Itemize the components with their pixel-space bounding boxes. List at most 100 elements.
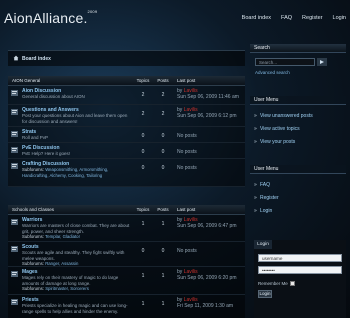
topic-count: 0 xyxy=(141,248,145,254)
col-last-post: Last post xyxy=(177,78,196,83)
user-menu: User Menu View unanswered posts View act… xyxy=(250,96,346,149)
last-post: No posts xyxy=(177,165,197,171)
col-topics: Topics xyxy=(136,78,150,83)
login-link[interactable]: Login xyxy=(254,205,346,218)
forum-read-icon xyxy=(11,109,18,115)
view-active-topics-link[interactable]: View active topics xyxy=(254,123,346,136)
subforum-link[interactable]: Weaponsmithing, xyxy=(45,167,78,172)
username-field[interactable]: username xyxy=(258,254,342,262)
nav-register[interactable]: Register xyxy=(302,15,322,21)
col-posts: Posts xyxy=(157,78,169,83)
last-post: by Lavilis Sun Sep 06, 2009 6:47 pm xyxy=(173,215,245,241)
subforum-link[interactable]: Ranger, xyxy=(45,261,60,266)
nav-board-index[interactable]: Board index xyxy=(242,15,271,21)
breadcrumb-board-index[interactable]: Board index xyxy=(22,56,51,62)
last-post: by Lavilis Sun Sep 06, 2009 6:12 pm xyxy=(173,105,245,126)
breadcrumb: Board index xyxy=(8,50,245,66)
subforum-link[interactable]: Handicrafting, xyxy=(22,173,49,178)
subforum-link[interactable]: Tailoring xyxy=(86,173,102,178)
section-title: Schools and Classes xyxy=(12,207,55,212)
subforums-label: Subforums: xyxy=(22,234,44,239)
login-button[interactable]: Login xyxy=(258,290,272,298)
nav-login[interactable]: Login xyxy=(333,15,346,21)
last-post: by Lavilis Fri Sep 11, 2009 1:30 am xyxy=(173,295,245,318)
forum-section-general: AION General Topics Posts Last post Aion… xyxy=(8,76,245,187)
header: AionAlliance.2009 Board index FAQ Regist… xyxy=(0,0,350,42)
post-count: 0 xyxy=(161,248,165,254)
subforum-link[interactable]: Spiritmaster, xyxy=(45,286,69,291)
logo-year: 2009 xyxy=(87,9,98,14)
topic-count: 2 xyxy=(141,92,145,98)
subforum-link[interactable]: Gladiator xyxy=(63,234,80,239)
last-post-date: Sun Sep 06, 2009 6:12 pm xyxy=(177,113,237,119)
remember-me-label: Remember Me xyxy=(258,281,288,286)
last-post: No posts xyxy=(177,149,197,155)
login-tab[interactable]: Login xyxy=(254,240,272,249)
subforum-link[interactable]: Templar, xyxy=(45,234,61,239)
forum-row: PvE Discussion PvE Help? Here it goes! 0… xyxy=(8,143,245,159)
last-post-date: Sun Sep 06, 2009 11:46 am xyxy=(177,94,239,100)
login-box: Login username •••••••• Remember Me Logi… xyxy=(254,240,346,318)
forum-read-icon xyxy=(11,299,18,305)
password-field[interactable]: •••••••• xyxy=(258,266,342,274)
search-go-icon[interactable] xyxy=(317,58,327,66)
forum-read-icon xyxy=(11,131,18,137)
forum-read-icon xyxy=(11,246,18,252)
site-logo[interactable]: AionAlliance.2009 xyxy=(4,9,98,26)
subforum-link[interactable]: Alchemy, xyxy=(49,173,66,178)
last-post: by Lavilis Sun Sep 06, 2009 11:46 am xyxy=(173,86,245,104)
subforum-link[interactable]: Assassin xyxy=(61,261,78,266)
forum-description: General discussion about AION xyxy=(22,94,85,99)
remember-me-checkbox[interactable] xyxy=(290,281,295,286)
register-link[interactable]: Register xyxy=(254,192,346,205)
post-count: 0 xyxy=(161,133,165,139)
advanced-search-link[interactable]: Advanced search xyxy=(255,70,290,75)
subforum-list: Subforums: Ranger, Assassin xyxy=(22,261,133,267)
forum-read-icon xyxy=(11,163,18,169)
last-post-date: Sun Sep 06, 2009 6:20 pm xyxy=(177,275,237,281)
search-input[interactable]: Search... xyxy=(255,58,315,66)
subforum-list: Subforums: Spiritmaster, Sorcerers xyxy=(22,286,133,292)
last-post-date: Sun Sep 06, 2009 6:47 pm xyxy=(177,223,237,229)
post-count: 0 xyxy=(161,165,165,171)
post-count: 1 xyxy=(161,221,165,227)
forum-row: Mages Mages rely on their mastery of mag… xyxy=(8,267,245,295)
topic-count: 1 xyxy=(141,301,145,307)
forum-row: Warriors Warriors are masters of close c… xyxy=(8,215,245,242)
col-last-post: Last post xyxy=(177,207,196,212)
topic-count: 1 xyxy=(141,273,145,279)
forum-row: Strats Roll and PvP 0 0 No posts xyxy=(8,127,245,143)
user-menu-title: User Menu xyxy=(250,96,346,105)
user-menu-list: View unanswered posts View active topics… xyxy=(250,110,346,149)
section-header: AION General Topics Posts Last post xyxy=(8,76,245,86)
subforum-list: Subforums: Weaponsmithing, Armorsmithing… xyxy=(22,167,133,178)
user-menu-secondary: User Menu FAQ Register Login xyxy=(250,165,346,218)
logo-text: AionAlliance. xyxy=(4,10,88,26)
view-your-posts-link[interactable]: View your posts xyxy=(254,136,346,149)
forum-row: Priests Priests specialize in healing ma… xyxy=(8,295,245,318)
forum-row: Scouts Scouts are agile and stealthy. Th… xyxy=(8,242,245,267)
home-icon xyxy=(13,55,19,61)
subforum-link[interactable]: Armorsmithing, xyxy=(79,167,108,172)
forum-row: Crafting Discussion Subforums: Weaponsmi… xyxy=(8,159,245,187)
top-nav: Board index FAQ Register Login xyxy=(242,15,346,21)
post-count: 1 xyxy=(161,301,165,307)
faq-link[interactable]: FAQ xyxy=(254,179,346,192)
nav-faq[interactable]: FAQ xyxy=(281,15,292,21)
search-box: Search Search... Advanced search xyxy=(250,44,346,84)
subforums-label: Subforums: xyxy=(22,261,44,266)
last-post: No posts xyxy=(177,248,197,254)
subforum-list: Subforums: Templar, Gladiator xyxy=(22,234,133,240)
forum-read-icon xyxy=(11,219,18,225)
forum-read-icon xyxy=(11,271,18,277)
section-title: AION General xyxy=(12,78,41,83)
search-title: Search xyxy=(250,44,346,53)
subforum-link[interactable]: Cooking, xyxy=(68,173,85,178)
forum-description: Priests specialize in healing magic and … xyxy=(22,303,128,314)
post-count: 0 xyxy=(161,149,165,155)
subforum-link[interactable]: Sorcerers xyxy=(70,286,89,291)
view-unanswered-link[interactable]: View unanswered posts xyxy=(254,110,346,123)
forum-description: Roll and PvP xyxy=(22,135,49,140)
user-menu-title: User Menu xyxy=(250,165,346,174)
post-count: 1 xyxy=(161,273,165,279)
